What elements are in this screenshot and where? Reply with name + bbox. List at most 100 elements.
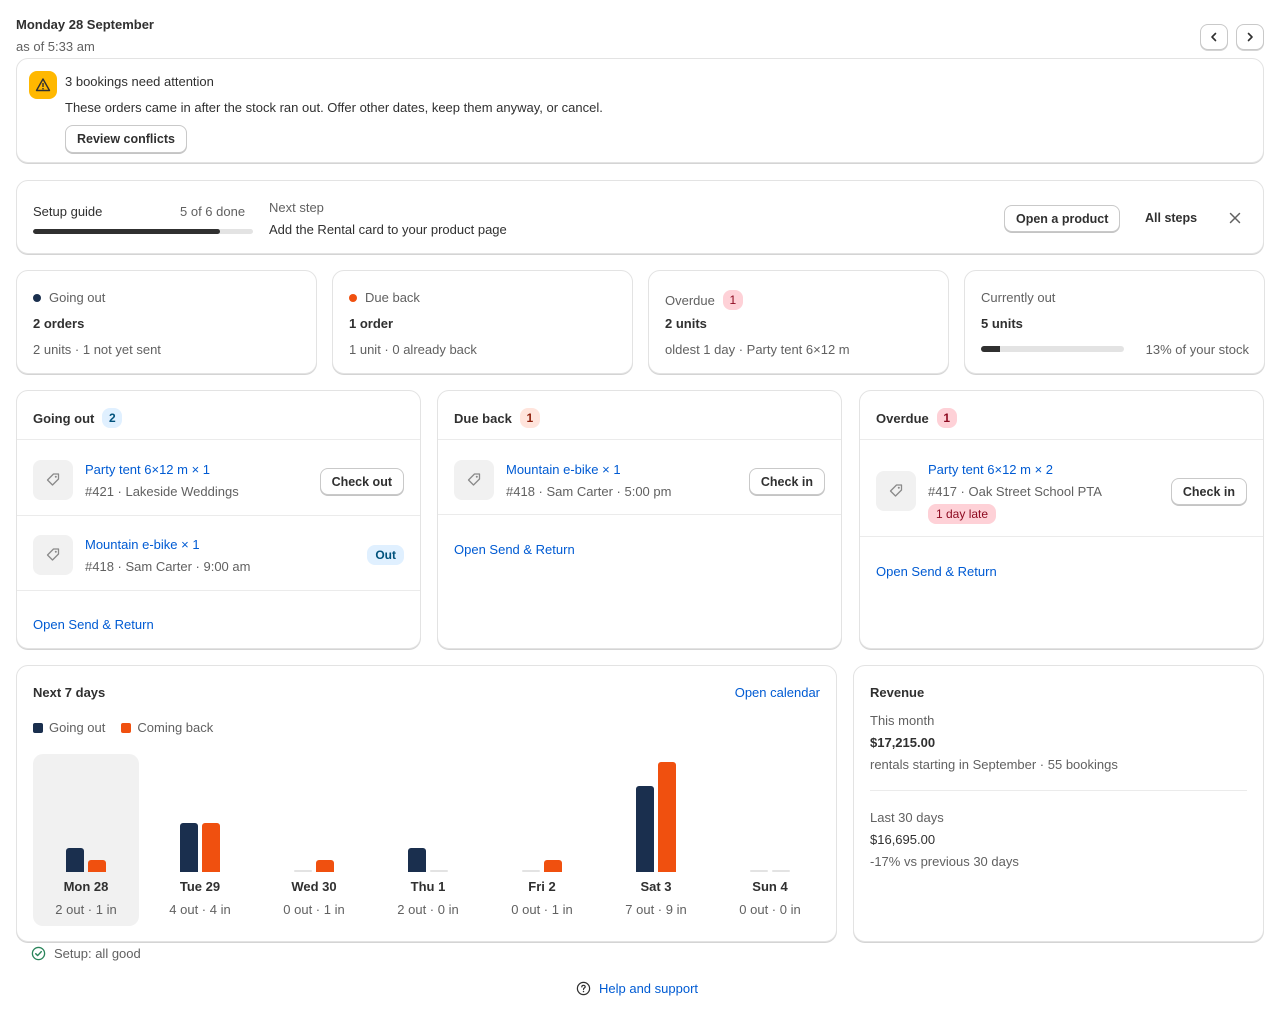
day-label: Mon 28 <box>63 879 109 894</box>
stat-value: 1 order <box>349 316 394 331</box>
chevron-right-icon <box>1247 32 1253 42</box>
check-in-button[interactable]: Check in <box>1170 478 1247 505</box>
tag-icon <box>876 471 916 511</box>
item-link[interactable]: Party tent 6×12 m × 1 <box>85 462 210 477</box>
list-title: Going out <box>33 410 95 426</box>
day-summary: 0 out · 1 in <box>283 902 345 917</box>
going-out-list: Going out 2 Party tent 6×12 m × 1 #421 · … <box>16 390 421 649</box>
close-icon[interactable] <box>1228 211 1242 225</box>
stock-usage-fill <box>981 346 1000 352</box>
going-out-bar <box>66 847 84 872</box>
tag-icon <box>454 460 494 500</box>
day-column[interactable]: Thu 1 2 out · 0 in <box>375 754 481 926</box>
attention-title: 3 bookings need attention <box>65 74 214 89</box>
stock-usage-bar <box>981 346 1124 352</box>
day-bars <box>147 754 253 872</box>
stat-value: 2 units <box>665 316 707 331</box>
day-bars <box>489 754 595 872</box>
day-column[interactable]: Sun 4 0 out · 0 in <box>717 754 823 926</box>
setup-progress-bar <box>33 229 253 234</box>
next-step-label: Next step <box>269 200 324 215</box>
setup-guide-card: Setup guide 5 of 6 done Next step Add th… <box>16 180 1264 254</box>
coming-back-bar <box>316 859 334 872</box>
help-link[interactable]: Help and support <box>576 981 698 996</box>
revenue-card: Revenue This month $17,215.00 rentals st… <box>853 665 1264 942</box>
this-month-amount: $17,215.00 <box>870 735 936 750</box>
setup-guide-label: Setup guide <box>33 204 103 219</box>
stat-currently-out: Currently out 5 units 13% of your stock <box>964 270 1265 374</box>
list-title: Overdue <box>876 410 929 426</box>
next-7-days-title: Next 7 days <box>33 685 106 700</box>
open-send-return-link[interactable]: Open Send & Return <box>876 564 997 579</box>
due-back-count-badge: 1 <box>519 408 540 428</box>
day-bars <box>261 754 367 872</box>
item-meta: #421 · Lakeside Weddings <box>85 484 239 499</box>
going-out-bar <box>180 823 198 872</box>
check-out-button[interactable]: Check out <box>319 468 404 495</box>
day-column[interactable]: Wed 30 0 out · 1 in <box>261 754 367 926</box>
going-out-count-badge: 2 <box>102 408 123 428</box>
day-summary: 2 out · 1 in <box>55 902 117 917</box>
warning-icon <box>29 71 57 99</box>
day-column[interactable]: Fri 2 0 out · 1 in <box>489 754 595 926</box>
item-link[interactable]: Mountain e-bike × 1 <box>85 537 200 552</box>
day-bars <box>375 754 481 872</box>
coming-back-bar <box>544 859 562 872</box>
open-send-return-link[interactable]: Open Send & Return <box>454 542 575 557</box>
last-30-label: Last 30 days <box>870 810 944 825</box>
day-label: Fri 2 <box>528 879 556 894</box>
coming-back-swatch-icon <box>121 722 132 733</box>
open-product-button[interactable]: Open a product <box>1004 205 1121 232</box>
day-summary: 4 out · 4 in <box>169 902 231 917</box>
day-chart: Mon 28 2 out · 1 in Tue 29 4 out · 4 in Wed … <box>33 754 823 926</box>
tag-icon <box>33 535 73 575</box>
divider <box>870 790 1247 791</box>
stat-value: 5 units <box>981 316 1023 331</box>
stat-sub: oldest 1 day · Party tent 6×12 m <box>665 342 850 357</box>
list-item: Mountain e-bike × 1 #418 · Sam Carter · … <box>438 440 841 515</box>
list-item: Party tent 6×12 m × 2 #417 · Oak Street … <box>860 440 1263 537</box>
this-month-label: This month <box>870 713 935 728</box>
going-out-swatch-icon <box>33 722 43 733</box>
list-item: Party tent 6×12 m × 1 #421 · Lakeside We… <box>17 440 420 515</box>
next-7-days-card: Next 7 days Open calendar Going out Comi… <box>16 665 837 942</box>
day-bars <box>603 754 709 872</box>
divider <box>17 590 420 591</box>
day-bars <box>717 754 823 872</box>
setup-status-text: Setup: all good <box>54 946 141 961</box>
stat-value: 2 orders <box>33 316 85 331</box>
next-day-button[interactable] <box>1236 24 1264 50</box>
day-label: Wed 30 <box>291 879 337 894</box>
day-column[interactable]: Mon 28 2 out · 1 in <box>33 754 139 926</box>
review-conflicts-button[interactable]: Review conflicts <box>65 125 187 153</box>
item-link[interactable]: Party tent 6×12 m × 2 <box>928 462 1053 477</box>
day-column[interactable]: Sat 3 7 out · 9 in <box>603 754 709 926</box>
item-link[interactable]: Mountain e-bike × 1 <box>506 462 621 477</box>
help-circle-icon <box>576 981 591 996</box>
list-item: Mountain e-bike × 1 #418 · Sam Carter · … <box>17 516 420 590</box>
open-calendar-link[interactable]: Open calendar <box>735 685 820 700</box>
day-summary: 2 out · 0 in <box>397 902 459 917</box>
all-steps-button[interactable]: All steps <box>1145 211 1197 225</box>
going-out-bar <box>294 870 312 872</box>
day-label: Sat 3 <box>640 879 672 894</box>
going-out-dot-icon <box>33 293 41 302</box>
setup-status: Setup: all good <box>31 946 141 961</box>
check-in-button[interactable]: Check in <box>748 468 825 495</box>
stat-due-back: Due back 1 order 1 unit · 0 already back <box>332 270 633 374</box>
previous-day-button[interactable] <box>1200 24 1228 50</box>
coming-back-bar <box>202 823 220 872</box>
day-summary: 7 out · 9 in <box>625 902 687 917</box>
coming-back-bar <box>430 870 448 872</box>
overdue-list: Overdue 1 Party tent 6×12 m × 2 #417 · Oa… <box>859 390 1264 649</box>
item-meta: #418 · Sam Carter · 9:00 am <box>85 559 251 574</box>
last-30-amount: $16,695.00 <box>870 832 936 847</box>
help-link-text[interactable]: Help and support <box>599 981 698 996</box>
coming-back-bar <box>658 762 676 872</box>
open-send-return-link[interactable]: Open Send & Return <box>33 617 154 632</box>
coming-back-bar <box>88 859 106 872</box>
day-summary: 0 out · 0 in <box>739 902 801 917</box>
day-column[interactable]: Tue 29 4 out · 4 in <box>147 754 253 926</box>
item-meta: #417 · Oak Street School PTA <box>928 484 1102 499</box>
page-title: Monday 28 September <box>16 17 154 32</box>
